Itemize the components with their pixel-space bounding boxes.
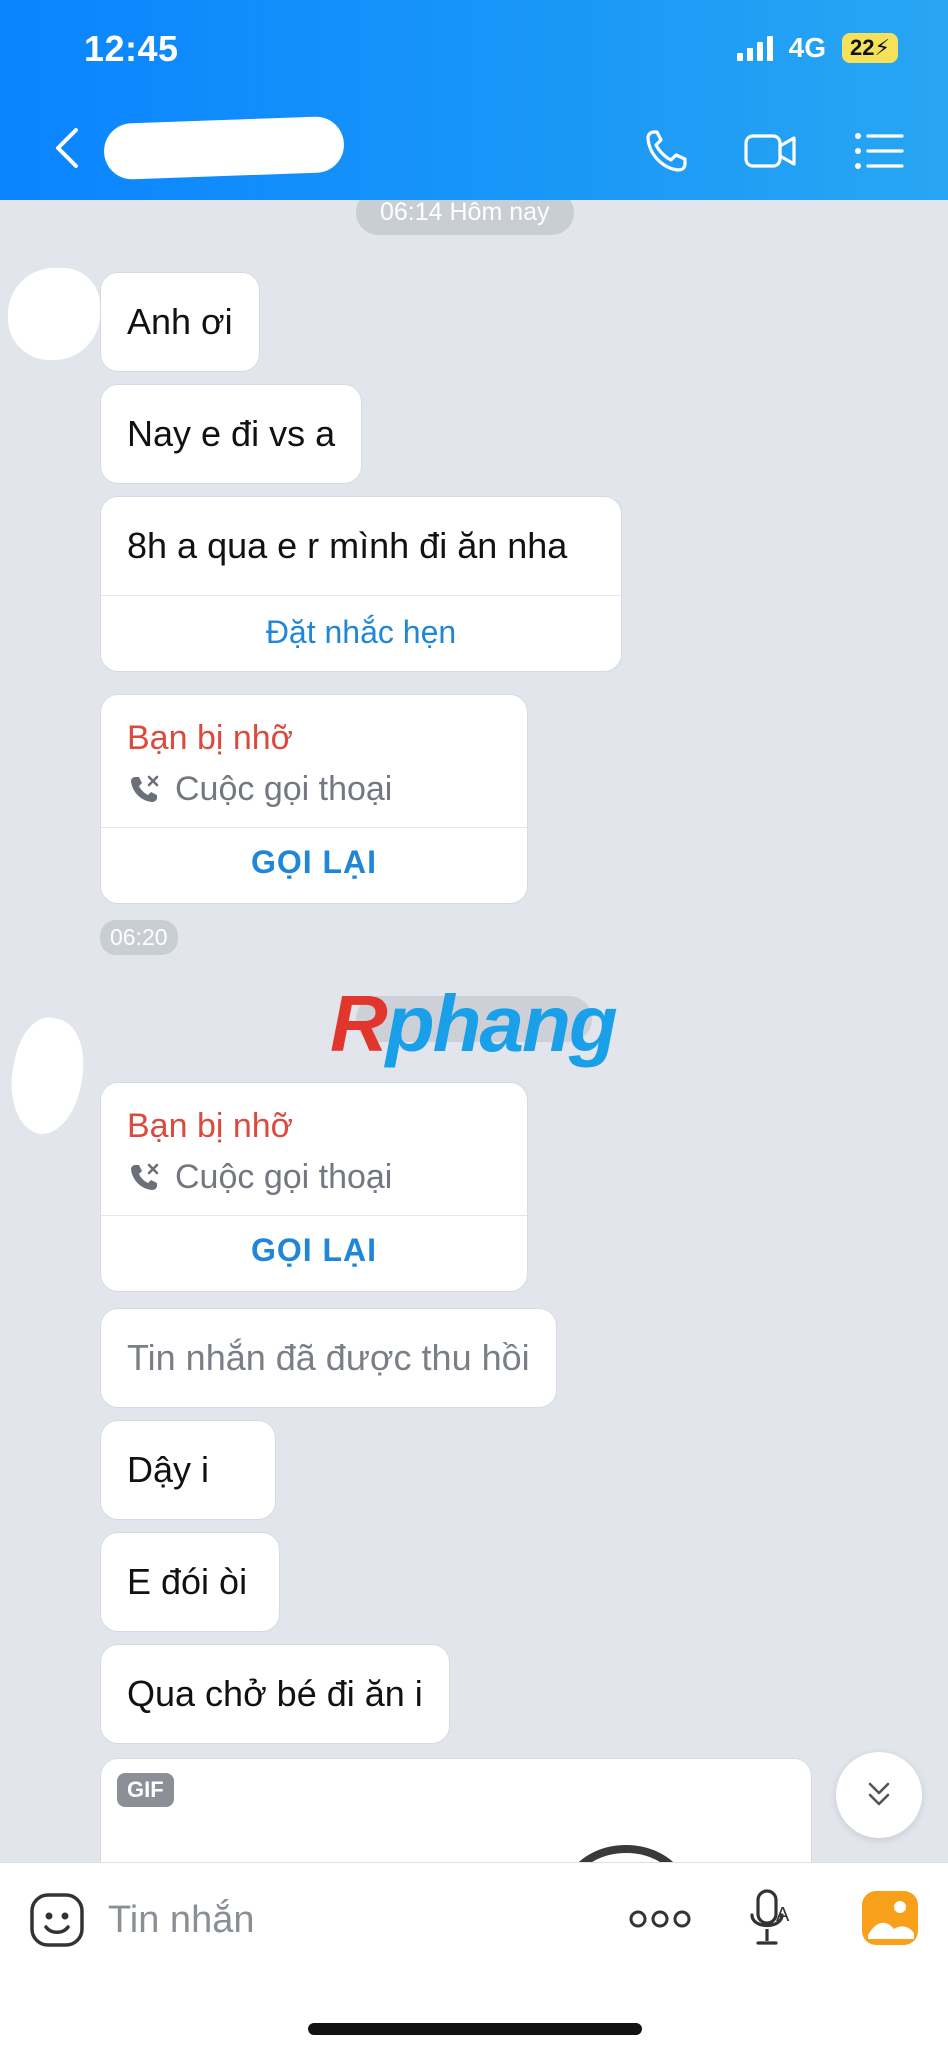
status-time: 12:45 — [84, 28, 179, 69]
missed-call-title: Bạn bị nhỡ — [127, 1107, 293, 1145]
message-text: E đói òi — [127, 1561, 248, 1602]
chat-area[interactable]: 06:14 Hôm nay Anh ơi Nay e đi vs a 8h a … — [0, 200, 948, 1862]
message-bubble[interactable]: E đói òi — [100, 1532, 280, 1632]
image-gallery-icon[interactable] — [860, 1889, 920, 1947]
missed-call-subtitle: Cuộc gọi thoại — [101, 758, 527, 827]
message-time: 06:20 — [100, 920, 178, 955]
battery-icon: 22 ⚡ — [842, 33, 898, 63]
scroll-to-bottom-button[interactable] — [836, 1752, 922, 1838]
message-text: Anh ơi — [127, 301, 233, 342]
contact-name[interactable] — [103, 115, 345, 181]
set-reminder-link[interactable]: Đặt nhắc hẹn — [101, 596, 621, 671]
network-label: 4G — [788, 32, 826, 63]
sender-avatar[interactable] — [8, 268, 100, 360]
missed-call-type: Cuộc gọi thoại — [175, 770, 393, 808]
voice-to-text-icon[interactable]: A — [748, 1887, 794, 1951]
more-options-icon[interactable] — [628, 1899, 692, 1939]
watermark-logo: Rphang — [330, 979, 618, 1068]
recalled-message[interactable]: Tin nhắn đã được thu hồi — [100, 1308, 557, 1408]
message-input-bar: A — [0, 1862, 948, 2049]
missed-call-type: Cuộc gọi thoại — [175, 1158, 393, 1196]
sender-avatar[interactable] — [0, 1011, 94, 1141]
back-icon[interactable] — [50, 124, 86, 172]
message-bubble[interactable]: 8h a qua e r mình đi ăn nha Đặt nhắc hẹn — [100, 496, 622, 672]
message-text: Dậy i — [127, 1449, 210, 1490]
gif-preview-image — [579, 1845, 673, 1862]
missed-call-subtitle: Cuộc gọi thoại — [101, 1146, 527, 1215]
double-chevron-down-icon — [868, 1782, 890, 1806]
message-bubble[interactable]: Nay e đi vs a — [100, 384, 363, 484]
missed-call-card[interactable]: Bạn bị nhỡ Cuộc gọi thoại GỌI LẠI — [100, 1082, 528, 1292]
svg-text:A: A — [776, 1904, 790, 1926]
gif-message[interactable]: GIF — [100, 1758, 812, 1862]
phone-call-icon[interactable] — [640, 126, 696, 176]
missed-call-card[interactable]: Bạn bị nhỡ Cuộc gọi thoại GỌI LẠI — [100, 694, 528, 904]
call-back-button[interactable]: GỌI LẠI — [101, 828, 527, 903]
home-indicator — [308, 2023, 642, 2035]
message-bubble[interactable]: Dậy i — [100, 1420, 276, 1520]
sticker-icon[interactable] — [28, 1891, 86, 1949]
chat-header: 12:45 4G 22 ⚡ — [0, 0, 948, 200]
message-text: Nay e đi vs a — [127, 413, 336, 454]
missed-call-icon — [131, 1163, 159, 1190]
missed-call-title: Bạn bị nhỡ — [127, 719, 293, 757]
message-text: 8h a qua e r mình đi ăn nha — [127, 525, 568, 566]
message-input[interactable] — [108, 1885, 608, 1955]
menu-icon[interactable] — [852, 126, 908, 176]
call-back-button[interactable]: GỌI LẠI — [101, 1216, 527, 1291]
message-text: Qua chở bé đi ăn i — [127, 1673, 423, 1714]
recalled-text: Tin nhắn đã được thu hồi — [127, 1337, 530, 1378]
signal-icon — [736, 35, 773, 61]
message-bubble[interactable]: Anh ơi — [100, 272, 260, 372]
message-bubble[interactable]: Qua chở bé đi ăn i — [100, 1644, 450, 1744]
status-icons: 4G 22 ⚡ — [736, 32, 898, 64]
missed-call-icon — [131, 775, 159, 802]
date-pill: 06:14 Hôm nay — [356, 200, 574, 235]
video-call-icon[interactable] — [742, 126, 798, 176]
